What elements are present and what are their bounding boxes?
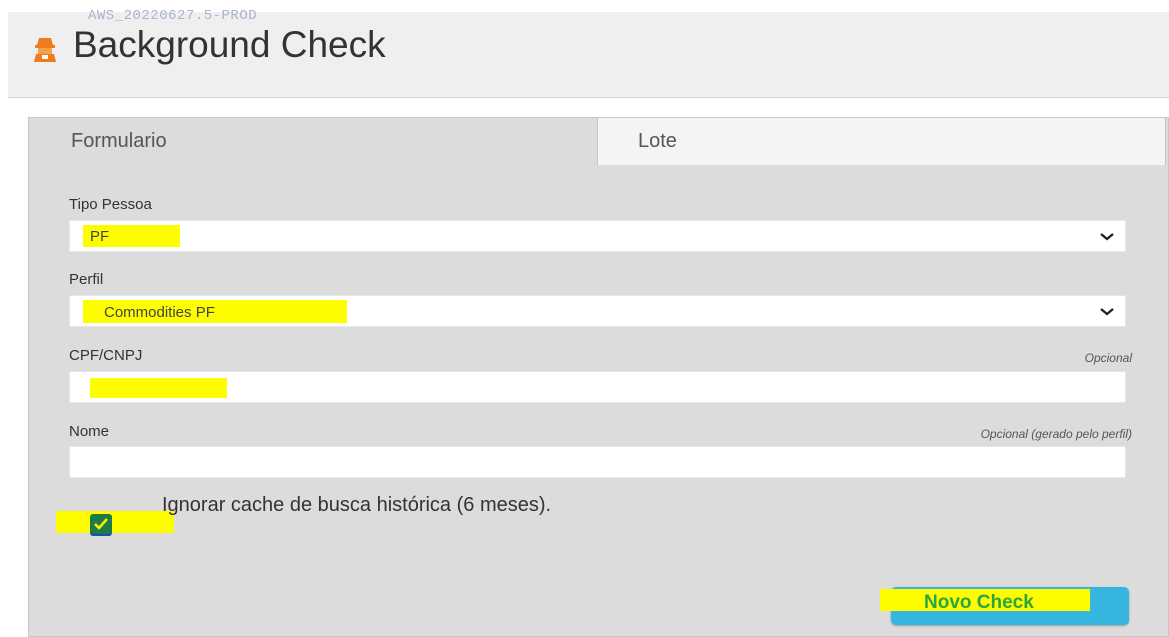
highlight-mark: [56, 511, 174, 533]
chevron-down-icon: [1099, 304, 1115, 316]
tab-formulario[interactable]: Formulario: [29, 118, 597, 165]
build-version: AWS_20220627.5-PROD: [88, 8, 258, 24]
tipo-pessoa-select[interactable]: PF: [69, 220, 1126, 252]
nome-optional: Opcional (gerado pelo perfil): [980, 427, 1132, 441]
chevron-down-icon: [1099, 229, 1115, 241]
page-title: Background Check: [73, 24, 386, 65]
ignore-cache-checkbox[interactable]: [90, 514, 112, 534]
perfil-label: Perfil: [69, 271, 104, 288]
nome-field[interactable]: [69, 446, 1126, 478]
tab-lote-label: Lote: [638, 130, 677, 152]
page-header: AWS_20220627.5-PROD Background Check: [8, 8, 1169, 98]
novo-check-label: Novo Check: [924, 592, 1034, 613]
cpf-cnpj-field[interactable]: [69, 371, 1126, 403]
cpf-cnpj-optional: Opcional: [1084, 351, 1132, 365]
tab-lote[interactable]: Lote: [597, 118, 1166, 165]
tab-formulario-label: Formulario: [71, 130, 167, 152]
perfil-value: Commodities PF: [104, 304, 215, 321]
background-check-panel: Formulario Lote Tipo Pessoa PF Perfil Co…: [28, 117, 1169, 637]
nome-label: Nome: [69, 423, 110, 440]
ignore-cache-label: Ignorar cache de busca histórica (6 mese…: [162, 494, 552, 516]
tipo-pessoa-value: PF: [90, 228, 110, 245]
check-icon: [94, 518, 108, 530]
redaction-mark: [90, 378, 227, 398]
agent-icon: [30, 34, 60, 64]
perfil-select[interactable]: Commodities PF: [69, 295, 1126, 327]
tipo-pessoa-label: Tipo Pessoa: [69, 196, 152, 213]
cpf-cnpj-label: CPF/CNPJ: [69, 347, 143, 364]
